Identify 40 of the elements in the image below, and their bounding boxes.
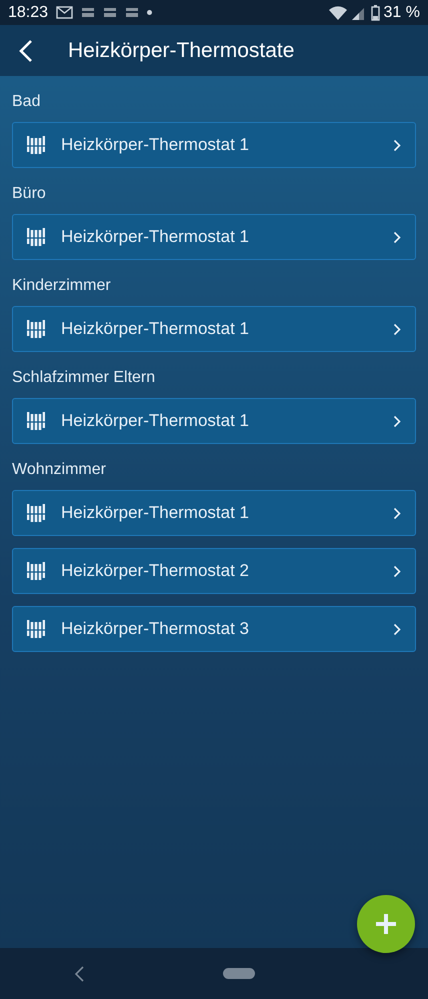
signal-icon bbox=[350, 6, 367, 20]
radiator-icon bbox=[27, 134, 45, 156]
notification-icon bbox=[125, 6, 140, 18]
thermostat-list-item[interactable]: Heizkörper-Thermostat 3 bbox=[12, 606, 416, 652]
wifi-icon bbox=[328, 6, 347, 20]
dot-icon bbox=[147, 10, 152, 15]
chevron-right-icon bbox=[393, 564, 401, 578]
radiator-icon bbox=[27, 502, 45, 524]
thermostat-list-item[interactable]: Heizkörper-Thermostat 2 bbox=[12, 548, 416, 594]
radiator-icon bbox=[27, 318, 45, 340]
room-heading: Wohnzimmer bbox=[12, 460, 107, 480]
thermostat-list-item[interactable]: Heizkörper-Thermostat 1 bbox=[12, 398, 416, 444]
chevron-right-icon bbox=[393, 138, 401, 152]
chevron-right-icon bbox=[393, 230, 401, 244]
battery-percent: 31 % bbox=[384, 2, 420, 22]
thermostat-list-item[interactable]: Heizkörper-Thermostat 1 bbox=[12, 214, 416, 260]
room-heading: Kinderzimmer bbox=[12, 276, 112, 296]
thermostat-list-item[interactable]: Heizkörper-Thermostat 1 bbox=[12, 306, 416, 352]
mail-icon bbox=[56, 6, 74, 19]
plus-icon bbox=[375, 913, 397, 935]
radiator-icon bbox=[27, 410, 45, 432]
chevron-right-icon bbox=[393, 622, 401, 636]
chevron-right-icon bbox=[393, 414, 401, 428]
chevron-right-icon bbox=[393, 322, 401, 336]
radiator-icon bbox=[27, 226, 45, 248]
room-heading: Schlafzimmer Eltern bbox=[12, 368, 156, 388]
page-title: Heizkörper-Thermostate bbox=[68, 38, 294, 64]
radiator-icon bbox=[27, 618, 45, 640]
room-heading: Büro bbox=[12, 184, 47, 204]
room-heading: Bad bbox=[12, 92, 42, 112]
notification-icon bbox=[103, 6, 118, 18]
notification-icon bbox=[81, 6, 96, 18]
back-nav-icon[interactable] bbox=[73, 966, 85, 982]
radiator-icon bbox=[27, 560, 45, 582]
thermostat-list-item[interactable]: Heizkörper-Thermostat 1 bbox=[12, 122, 416, 168]
status-time: 18:23 bbox=[8, 2, 48, 22]
chevron-right-icon bbox=[393, 506, 401, 520]
home-button[interactable] bbox=[223, 968, 255, 979]
battery-icon bbox=[370, 4, 380, 20]
thermostat-list-item[interactable]: Heizkörper-Thermostat 1 bbox=[12, 490, 416, 536]
